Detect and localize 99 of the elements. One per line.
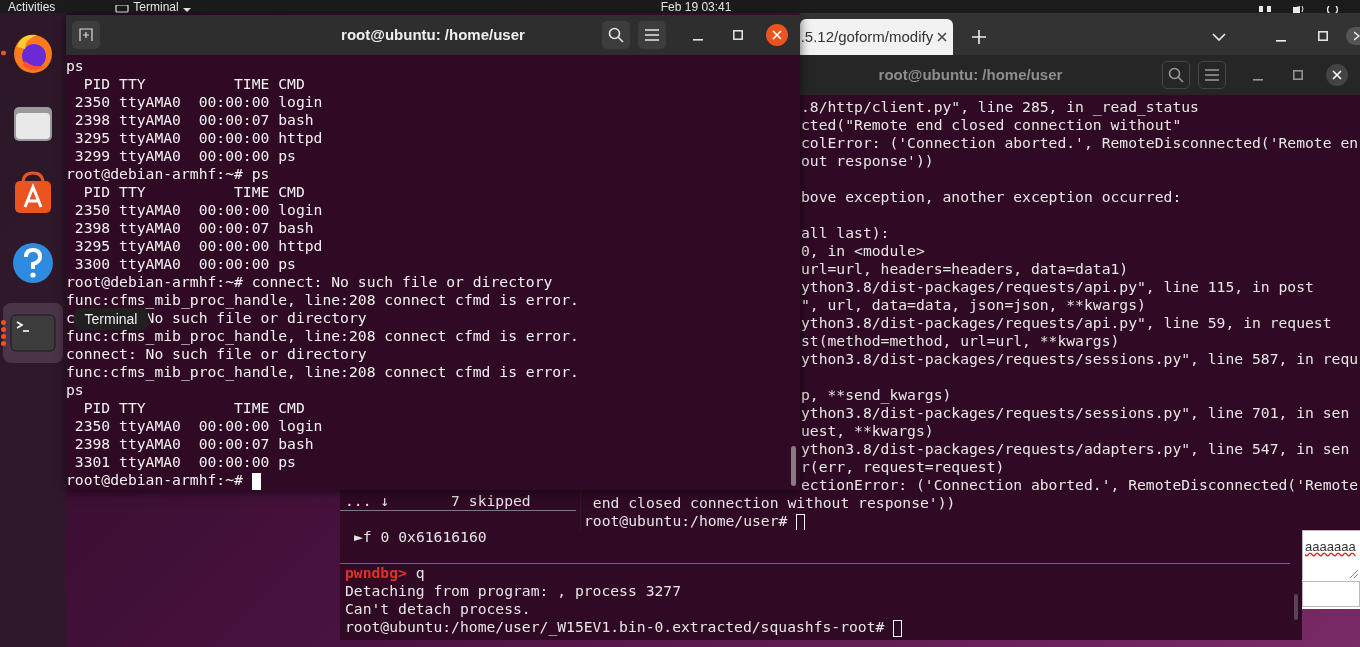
terminal-line: root@debian-armhf:~# connect: No such file or directory [66,273,553,291]
terminal-line: PID TTY TIME CMD [82,75,305,93]
minimize-icon [693,39,703,41]
terminal-line: pwndbg> q [345,564,425,582]
help-icon [11,241,55,285]
tab-list-button[interactable] [1211,31,1228,43]
terminal-line: st(method=method, url=url, **kwargs) [801,332,1120,350]
terminal-line: uest, **kwargs) [801,422,934,440]
text-area[interactable]: aaaaaaa [1302,530,1360,580]
terminal-line: Detaching from program: , process 3277 [345,582,682,600]
terminal-line: colError: ('Connection aborted.', RemoteDisconnected('Remote en [801,134,1359,152]
activities-button[interactable]: Activities [8,3,56,13]
terminal-line: 3295 ttyAMA0 00:00:00 httpd [73,129,323,147]
menu-button[interactable] [638,21,666,49]
terminal-line: out response')) [801,152,934,170]
scrollbar [1294,594,1298,620]
terminal-line: func:cfms_mib_proc_handle, line:208 connect cfmd is error. [66,363,579,381]
terminal-line: ps [66,381,84,399]
search-icon [608,27,624,43]
terminal-line: p, **send_kwargs) [801,386,952,404]
terminal-line: 3300 ttyAMA0 00:00:00 ps [73,255,296,273]
text-cursor [251,472,261,490]
terminal-line: ps [66,57,84,75]
search-button[interactable] [1162,61,1190,89]
terminal-line: func:cfms_mib_proc_handle, line:208 connect cfmd is error. [66,327,579,345]
maximize-icon [733,30,743,40]
terminal-line: 0, in <module> [801,242,925,260]
terminal-line: root@ubuntu:/home/user# [584,512,806,530]
plus-icon [971,30,986,44]
new-tab-icon [79,28,93,42]
terminal-line: 2398 ttyAMA0 00:00:07 bash [73,435,314,453]
terminal-line: Can't detach process. [345,600,531,618]
clock[interactable]: Feb 19 03:41 [660,3,732,13]
new-tab-button[interactable] [971,29,987,45]
shopping-bag-icon [13,171,53,215]
menu-icon [1205,69,1219,81]
running-indicator-icon [1,320,6,346]
search-button[interactable] [602,21,630,49]
terminal-line: ", url, data=data, json=json, **kwargs) [801,296,1146,314]
menu-icon [645,29,659,41]
text-cursor [796,513,806,530]
close-button[interactable] [1346,27,1360,45]
close-button[interactable] [766,24,788,46]
terminal-line: r(err, request=request) [801,458,1005,476]
terminal-line: 2350 ttyAMA0 00:00:00 login [73,201,323,219]
tooltip: Terminal [74,308,148,330]
terminal-line: 2350 ttyAMA0 00:00:00 login [73,417,323,435]
terminal-line: url=url, headers=headers, data=data1) [801,260,1129,278]
terminal-line: ython3.8/dist-packages/requests/adapters.py", line 547, in sen [801,440,1350,458]
new-tab-button[interactable] [72,21,100,49]
terminal-line: root@ubuntu:/home/user/_W15EV1.bin-0.extracted/squashfs-root# [345,618,903,636]
terminal-line: ython3.8/dist-packages/requests/sessions.py", line 587, in requ [801,350,1359,368]
input-field[interactable] [1302,581,1360,607]
terminal-line: .8/http/client.py", line 285, in _read_status [801,98,1199,116]
scrollbar[interactable] [791,446,796,486]
terminal-line: root@debian-armhf:~# [66,471,261,489]
terminal-line: 3299 ttyAMA0 00:00:00 ps [73,147,296,165]
window-title: root@ubuntu: /home/user [341,24,525,45]
minimize-icon [1253,79,1263,81]
terminal-line: all last): [801,224,890,242]
chevron-down-icon [1212,33,1227,41]
terminal-line: ython3.8/dist-packages/requests/api.py", line 115, in post [801,278,1314,296]
terminal-line: 3301 ttyAMA0 00:00:00 ps [73,453,296,471]
caret-icon [182,8,191,13]
terminal-line: 3295 ttyAMA0 00:00:00 httpd [73,237,323,255]
terminal-line: ectionError: ('Connection aborted.', RemoteDisconnected('Remote [801,476,1359,494]
terminal-line: ►f 0 0x61616160 [353,528,487,546]
terminal-line: connect: No such file or directory [66,345,367,363]
browser-tab[interactable]: .5.12/goform/modify [800,19,954,55]
terminal-line: cted("Remote end closed connection without" [801,116,1182,134]
app-menu[interactable]: Terminal [133,3,179,13]
minimize-icon [1276,40,1286,42]
running-indicator-icon [1,50,6,56]
terminal-line: root@debian-armhf:~# ps [66,165,270,183]
terminal-line: end closed connection without response')) [591,494,956,512]
terminal-line: ython3.8/dist-packages/requests/sessions.py", line 701, in sen [801,404,1350,422]
search-icon [1168,67,1184,83]
maximize-button[interactable] [1292,69,1304,81]
terminal-icon [10,314,56,352]
terminal-line: ython3.8/dist-packages/requests/api.py", line 59, in request [801,314,1332,332]
terminal-line: 2398 ttyAMA0 00:00:07 bash [73,111,314,129]
close-button[interactable] [1326,64,1348,86]
resize-grip-icon [1350,570,1358,578]
terminal-line: ... ↓ 7 skipped [345,492,531,510]
terminal-icon [115,5,130,13]
text-cursor [893,619,903,637]
window-title: root@ubuntu: /home/user [878,64,1063,85]
terminal-line: 2350 ttyAMA0 00:00:00 login [73,93,323,111]
menu-button[interactable] [1198,61,1226,89]
maximize-icon [1293,70,1303,80]
terminal-line: PID TTY TIME CMD [82,183,305,201]
terminal-line: func:cfms_mib_proc_handle, line:208 connect cfmd is error. [66,291,579,309]
terminal-line: bove exception, another exception occurred: [801,188,1182,206]
terminal-line: 2398 ttyAMA0 00:00:07 bash [73,219,314,237]
maximize-icon [1317,31,1328,41]
terminal-line: PID TTY TIME CMD [82,399,305,417]
tab-title: .5.12/goform/modify [800,26,934,47]
terminal-line: c [66,309,75,327]
field-value: aaaaaaa [1305,538,1356,556]
